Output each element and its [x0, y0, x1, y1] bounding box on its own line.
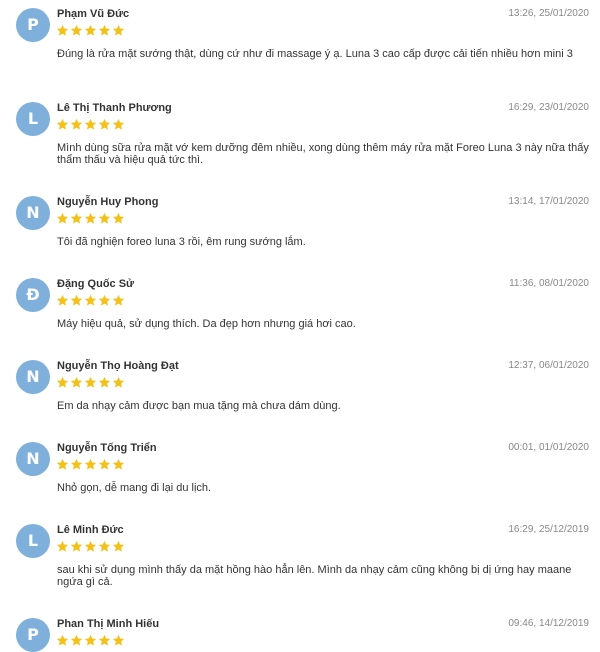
avatar: P: [16, 618, 50, 652]
star-icon: [98, 634, 111, 647]
review-text: Mình dùng sữa rửa mặt vớ kem dưỡng đêm n…: [57, 142, 589, 166]
review-text: Em da nhạy cảm được bạn mua tặng mà chưa…: [57, 400, 341, 412]
star-icon: [112, 376, 125, 389]
star-icon: [70, 634, 83, 647]
reviewer-name: Đặng Quốc Sử: [57, 278, 135, 290]
reviewer-name: Nguyễn Huy Phong: [57, 196, 159, 208]
review-text: Nhỏ gọn, dễ mang đi lại du lịch.: [57, 482, 212, 494]
star-icon: [112, 540, 125, 553]
review-timestamp: 16:29, 23/01/2020: [508, 102, 589, 113]
star-icon: [56, 458, 69, 471]
reviewer-name: Nguyễn Tống Triển: [57, 442, 157, 454]
reviewer-name: Lê Thị Thanh Phương: [57, 102, 172, 114]
review-timestamp: 00:01, 01/01/2020: [508, 442, 589, 453]
avatar: N: [16, 360, 50, 394]
review-timestamp: 09:46, 14/12/2019: [508, 618, 589, 629]
star-icon: [84, 294, 97, 307]
star-icon: [56, 376, 69, 389]
star-icon: [98, 458, 111, 471]
star-icon: [98, 118, 111, 131]
star-rating: [56, 118, 125, 133]
star-icon: [98, 540, 111, 553]
star-icon: [112, 458, 125, 471]
avatar: P: [16, 8, 50, 42]
star-icon: [112, 212, 125, 225]
star-icon: [70, 294, 83, 307]
star-icon: [112, 634, 125, 647]
star-icon: [112, 24, 125, 37]
review-text: Đúng là rửa mặt sướng thật, dùng cứ như …: [57, 48, 573, 60]
star-icon: [84, 458, 97, 471]
star-icon: [56, 118, 69, 131]
avatar: L: [16, 524, 50, 558]
star-icon: [98, 294, 111, 307]
reviewer-name: Nguyễn Thọ Hoàng Đạt: [57, 360, 179, 372]
star-icon: [70, 212, 83, 225]
star-icon: [112, 118, 125, 131]
star-icon: [84, 24, 97, 37]
star-rating: [56, 24, 125, 39]
star-icon: [56, 634, 69, 647]
review-timestamp: 16:29, 25/12/2019: [508, 524, 589, 535]
star-rating: [56, 634, 125, 649]
reviewer-name: Phan Thị Minh Hiếu: [57, 618, 160, 630]
star-icon: [84, 376, 97, 389]
review-text: sau khi sử dụng mình thấy da mặt hồng hà…: [57, 564, 572, 588]
reviewer-name: Phạm Vũ Đức: [57, 8, 130, 20]
star-icon: [84, 212, 97, 225]
star-rating: [56, 458, 125, 473]
star-icon: [56, 212, 69, 225]
star-icon: [70, 376, 83, 389]
avatar: L: [16, 102, 50, 136]
star-icon: [112, 294, 125, 307]
reviewer-name: Lê Minh Đức: [57, 524, 124, 536]
star-icon: [70, 458, 83, 471]
review-text: Máy hiệu quả, sử dụng thích. Da đẹp hơn …: [57, 318, 356, 330]
star-icon: [84, 634, 97, 647]
review-text: Tôi đã nghiện foreo luna 3 rồi, êm rung …: [57, 236, 306, 248]
avatar: N: [16, 442, 50, 476]
review-timestamp: 13:14, 17/01/2020: [508, 196, 589, 207]
star-icon: [98, 212, 111, 225]
star-rating: [56, 212, 125, 227]
star-icon: [70, 540, 83, 553]
star-icon: [84, 118, 97, 131]
star-icon: [98, 24, 111, 37]
star-icon: [70, 24, 83, 37]
star-rating: [56, 294, 125, 309]
star-icon: [84, 540, 97, 553]
review-timestamp: 13:26, 25/01/2020: [508, 8, 589, 19]
review-timestamp: 11:36, 08/01/2020: [509, 278, 589, 289]
star-icon: [56, 294, 69, 307]
star-rating: [56, 540, 125, 555]
star-icon: [98, 376, 111, 389]
star-icon: [56, 540, 69, 553]
star-icon: [70, 118, 83, 131]
avatar: Đ: [16, 278, 50, 312]
star-icon: [56, 24, 69, 37]
avatar: N: [16, 196, 50, 230]
review-timestamp: 12:37, 06/01/2020: [508, 360, 589, 371]
star-rating: [56, 376, 125, 391]
